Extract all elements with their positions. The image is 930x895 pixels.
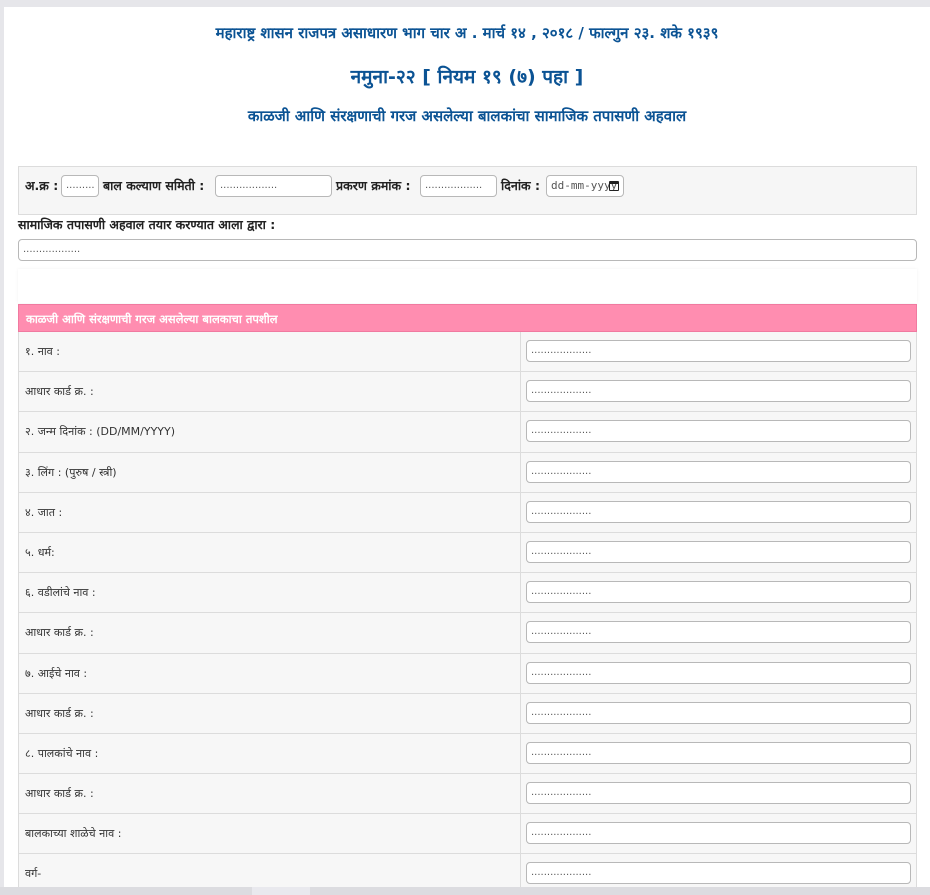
row-input[interactable]: ................... [526, 581, 911, 604]
table-row: ६. वडीलांचे नाव :................... [18, 573, 917, 614]
prepared-by-label: सामाजिक तपासणी अहवाल तयार करण्यात आला द्… [18, 217, 276, 232]
case-number-label: प्रकरण क्रमांक : [336, 178, 411, 193]
row-label: ४. जात : [19, 492, 521, 532]
row-input-cell: ................... [521, 372, 916, 411]
table-row: बालकाच्या शाळेचे नाव :..................… [18, 814, 917, 855]
scrollbar-thumb[interactable] [252, 887, 310, 895]
serial-label: अ.क्र : [25, 178, 59, 193]
row-label: ८. पालकांचे नाव : [19, 733, 521, 774]
row-input-cell: ................... [521, 493, 916, 532]
table-row: आधार कार्ड क्र. :................... [18, 774, 917, 815]
form-title: नमुना-२२ [ नियम १९ (७) पहा ] [350, 66, 584, 88]
row-input[interactable]: ................... [526, 500, 911, 523]
report-form-page: महाराष्ट्र शासन राजपत्र असाधारण भाग चार … [4, 7, 930, 887]
serial-input[interactable]: ......... [61, 175, 99, 197]
row-input[interactable]: ................... [526, 380, 911, 403]
row-input-cell: ................... [521, 774, 916, 813]
row-input[interactable]: ................... [526, 420, 911, 443]
committee-label: बाल कल्याण समिती : [103, 178, 205, 193]
row-label: ३. लिंग : (पुरुष / स्त्री) [19, 452, 521, 492]
committee-input[interactable]: .................. [215, 175, 332, 197]
table-row: ८. पालकांचे नाव :................... [18, 733, 917, 775]
table-row: ७. आईचे नाव :................... [18, 653, 917, 694]
horizontal-scrollbar[interactable] [0, 887, 930, 895]
panel-spacer [18, 269, 917, 303]
row-input[interactable]: ................... [526, 661, 911, 684]
row-label: आधार कार्ड क्र. : [19, 372, 521, 412]
table-row: ३. लिंग : (पुरुष / स्त्री)..............… [18, 452, 917, 493]
row-input-cell: ................... [521, 654, 916, 693]
row-input-cell: ................... [521, 814, 916, 853]
table-row: ५. धर्म:................... [18, 532, 917, 574]
case-number-input[interactable]: .................. [420, 175, 497, 197]
child-details-table: १. नाव :................... आधार कार्ड क्… [18, 332, 917, 887]
row-label: आधार कार्ड क्र. : [19, 693, 521, 733]
row-input[interactable]: ................... [526, 701, 911, 724]
row-input[interactable]: ................... [526, 540, 911, 563]
table-row: २. जन्म दिनांक : (DD/MM/YYYY)...........… [18, 412, 917, 453]
row-label: बालकाच्या शाळेचे नाव : [19, 814, 521, 854]
table-row: ४. जात :................... [18, 492, 917, 533]
row-label: आधार कार्ड क्र. : [19, 613, 521, 653]
child-details-section-header: काळजी आणि संरक्षणाची गरज असलेल्या बालकाच… [18, 304, 917, 332]
row-input[interactable]: ................... [526, 621, 911, 644]
date-input-text: dd-mm-yyyy [551, 179, 618, 192]
table-row: आधार कार्ड क्र. :................... [18, 613, 917, 654]
row-input-cell: ................... [521, 453, 916, 492]
row-input-cell: ................... [521, 332, 916, 371]
row-label: १. नाव : [19, 332, 521, 372]
row-input-cell: ................... [521, 613, 916, 652]
row-label: ६. वडीलांचे नाव : [19, 573, 521, 613]
row-input-cell: ................... [521, 573, 916, 612]
row-input[interactable]: ................... [526, 862, 911, 885]
table-row: आधार कार्ड क्र. :................... [18, 693, 917, 734]
date-input[interactable]: dd-mm-yyyy [546, 175, 624, 197]
row-input[interactable]: ................... [526, 340, 911, 362]
row-input-cell: ................... [521, 533, 916, 572]
row-input[interactable]: ................... [526, 741, 911, 764]
gazette-header: महाराष्ट्र शासन राजपत्र असाधारण भाग चार … [215, 24, 719, 42]
row-label: ७. आईचे नाव : [19, 653, 521, 693]
date-label: दिनांक : [501, 178, 541, 193]
calendar-icon[interactable] [609, 181, 619, 191]
table-row: १. नाव :................... [18, 332, 917, 373]
row-input-cell: ................... [521, 734, 916, 773]
row-label: आधार कार्ड क्र. : [19, 774, 521, 814]
row-input-cell: ................... [521, 854, 916, 887]
prepared-by-input[interactable]: .................. [18, 239, 917, 261]
row-input-cell: ................... [521, 412, 916, 451]
row-input[interactable]: ................... [526, 782, 911, 805]
table-row: आधार कार्ड क्र. :................... [18, 372, 917, 413]
row-label: ५. धर्म: [19, 532, 521, 573]
table-row: वर्ग-................... [18, 854, 917, 887]
row-input[interactable]: ................... [526, 822, 911, 845]
row-input-cell: ................... [521, 694, 916, 733]
case-meta-box: अ.क्र : ......... बाल कल्याण समिती : ...… [18, 166, 917, 215]
report-title: काळजी आणि संरक्षणाची गरज असलेल्या बालकां… [247, 107, 687, 125]
row-label: २. जन्म दिनांक : (DD/MM/YYYY) [19, 412, 521, 452]
row-input[interactable]: ................... [526, 460, 911, 483]
row-label: वर्ग- [19, 854, 521, 887]
